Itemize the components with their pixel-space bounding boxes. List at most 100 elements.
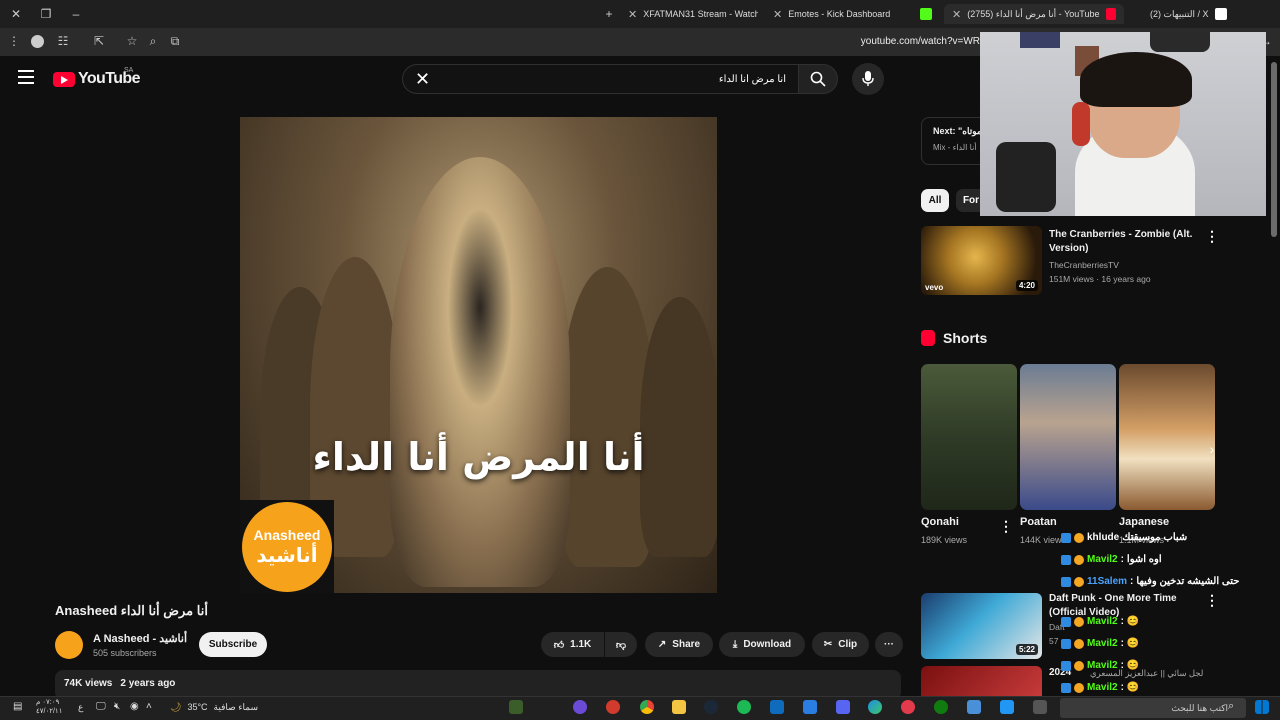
app-icon[interactable] (967, 700, 981, 714)
weather-widget[interactable]: 🌙︎ 35°C سماء صافية (170, 702, 258, 713)
youtube-logo[interactable]: YouTube SA (53, 67, 140, 88)
restore-icon[interactable]: ❐ (38, 6, 54, 22)
xbox-app-icon[interactable] (934, 700, 948, 714)
minecraft-app-icon[interactable] (509, 700, 523, 714)
tab-kick-stream[interactable]: ✕ XFATMAN31 Stream - Watch Li (628, 4, 758, 24)
close-icon[interactable]: ✕ (628, 8, 637, 21)
share-icon: ↗ (657, 639, 667, 650)
menu-dots-icon[interactable]: ⋮ (6, 33, 22, 49)
search-button[interactable] (798, 64, 838, 94)
center-warrior-figure (390, 157, 570, 587)
download-label: Download (743, 639, 792, 650)
chat-input[interactable]: اكتب هنا للبحث (1060, 698, 1246, 718)
channel-avatar[interactable] (55, 631, 83, 659)
app-icon[interactable] (606, 700, 620, 714)
streamer-hair (1080, 52, 1192, 107)
record-icon[interactable]: ◉ (130, 701, 139, 712)
short-title[interactable]: Qonahi (921, 516, 959, 528)
hamburger-menu-icon[interactable] (18, 70, 34, 84)
short-thumbnail[interactable] (921, 364, 1017, 510)
short-thumbnail[interactable] (1020, 364, 1116, 510)
tab-youtube[interactable]: ✕ (2755) أنا مرض أنا الداء - YouTube (944, 4, 1124, 24)
like-button[interactable]: 👍︎ 1.1K (541, 632, 604, 657)
close-window-icon[interactable]: ✕ (8, 6, 24, 22)
notification-icon[interactable]: ▤ (13, 701, 22, 712)
channel-name[interactable]: A Nasheed - أناشيد (93, 632, 187, 645)
recommendation-thumbnail[interactable]: 5:22 (921, 593, 1042, 659)
chat-input-placeholder: اكتب هنا للبحث (1171, 702, 1228, 713)
steam-app-icon[interactable] (704, 700, 718, 714)
task-view-icon[interactable] (1033, 700, 1047, 714)
app-icon[interactable] (836, 700, 850, 714)
app-icon[interactable] (901, 700, 915, 714)
obs-app-icon[interactable] (573, 700, 587, 714)
warrior-figure (640, 297, 717, 557)
install-icon[interactable]: ⧉ (167, 33, 183, 49)
file-explorer-icon[interactable] (672, 700, 686, 714)
clock-date: ٤٧/٠٢/١١ (36, 708, 63, 715)
page-scrollbar[interactable] (1271, 62, 1277, 237)
tab-label: (2755) أنا مرض أنا الداء - YouTube (967, 8, 1100, 19)
close-icon[interactable]: ✕ (952, 8, 961, 21)
profile-icon[interactable] (31, 35, 44, 48)
video-player[interactable]: أنا المرض أنا الداء Anasheed أناشيد (240, 117, 717, 593)
address-bar[interactable]: youtube.com/watch?v=WR (861, 36, 980, 47)
microphone-icon (862, 71, 874, 86)
more-options-icon[interactable]: ⋮ (1205, 228, 1219, 245)
recommendation-channel[interactable]: TheCranberriesTV (1049, 258, 1119, 272)
network-icon[interactable]: 🖵︎ (96, 701, 106, 712)
app-icon[interactable] (1000, 700, 1014, 714)
subscribe-button[interactable]: Subscribe (199, 632, 267, 657)
chat-message: Mavil2: 😊 (1061, 638, 1139, 649)
share-button[interactable]: ↗ Share (645, 632, 713, 657)
chip-all[interactable]: All (921, 189, 949, 212)
volume-icon[interactable]: 🔇︎ (114, 701, 120, 712)
more-actions-button[interactable]: ··· (875, 632, 903, 657)
store-app-icon[interactable] (803, 700, 817, 714)
chat-message: 11Salem: حتى الشيشه تدخين وفيها (1061, 576, 1239, 587)
dislike-button[interactable]: 👎︎ (605, 632, 637, 657)
spotify-app-icon[interactable] (737, 700, 751, 714)
search-icon (810, 71, 826, 87)
extensions-icon[interactable]: ☷ (55, 33, 71, 49)
minimize-icon[interactable]: – (68, 6, 84, 22)
tab-kick-dashboard[interactable]: ✕ Emotes - Kick Dashboard (773, 4, 908, 24)
moon-icon: 🌙︎ (170, 702, 182, 712)
more-options-icon[interactable]: ⋮ (999, 518, 1013, 535)
input-language[interactable]: ع (78, 702, 83, 713)
recommendation-thumbnail[interactable] (921, 666, 1042, 696)
search-value: انا مرض انا الداء (718, 73, 786, 85)
close-icon[interactable]: ✕ (773, 8, 782, 21)
download-button[interactable]: ⤓ Download (719, 632, 805, 657)
search-input[interactable]: ✕ انا مرض انا الداء (402, 64, 798, 94)
shorts-next-icon[interactable]: › (1202, 441, 1222, 461)
short-thumbnail[interactable] (1119, 364, 1215, 510)
recommendation-title[interactable]: The Cranberries - Zombie (Alt. Version) (1049, 228, 1199, 256)
scissors-icon: ✂ (823, 639, 833, 650)
chrome-app-icon[interactable] (640, 700, 654, 714)
short-title[interactable]: Poatan (1020, 516, 1057, 528)
headphones (1072, 102, 1090, 146)
share-page-icon[interactable]: ⇱ (91, 33, 107, 49)
clock-time: ٠٧:٠٩ م (36, 699, 60, 706)
shorts-icon (921, 330, 935, 346)
zoom-icon[interactable]: ⌕ (145, 33, 161, 49)
recommendation-thumbnail[interactable]: vevo 4:20 (921, 226, 1042, 295)
tab-x[interactable]: (2) التنبيهات / X (1150, 4, 1250, 24)
search-icon[interactable]: ⌕ (1228, 700, 1234, 713)
outlook-app-icon[interactable] (770, 700, 784, 714)
taskbar-clock[interactable]: ٠٧:٠٩ م ٤٧/٠٢/١١ (36, 698, 62, 716)
bookmark-star-icon[interactable]: ☆ (124, 33, 140, 49)
clip-label: Clip (838, 639, 858, 650)
clear-search-icon[interactable]: ✕ (415, 69, 430, 90)
voice-search-button[interactable] (852, 63, 884, 95)
windows-start-icon[interactable] (1255, 700, 1269, 714)
clip-button[interactable]: ✂ Clip (812, 632, 869, 657)
recommendation-meta: 151M views · 16 years ago (1049, 274, 1151, 284)
edge-app-icon[interactable] (868, 700, 882, 714)
tray-chevron-icon[interactable]: ˄ (146, 701, 152, 712)
tab-label: Emotes - Kick Dashboard (788, 9, 891, 19)
short-title[interactable]: Japanese (1119, 516, 1169, 528)
new-tab-icon[interactable]: + (601, 6, 617, 22)
more-dots-icon: ··· (884, 639, 894, 650)
